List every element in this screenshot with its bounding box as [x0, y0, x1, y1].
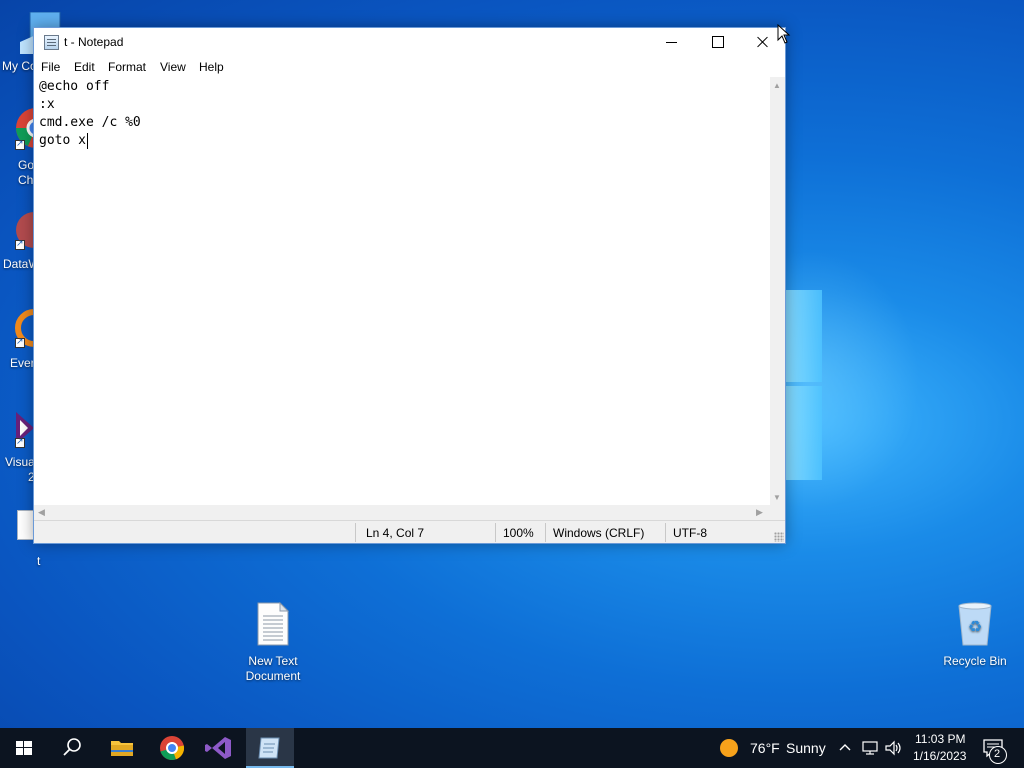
search-icon: [63, 738, 81, 756]
notepad-icon: [258, 737, 280, 759]
shortcut-arrow-icon: [15, 436, 25, 448]
editor-line: cmd.exe /c %0: [39, 115, 141, 130]
notepad-window: t - Notepad File Edit Format View Help @…: [33, 27, 786, 544]
resize-grip-icon[interactable]: [774, 532, 784, 542]
text-document-icon: [257, 601, 290, 646]
desktop-label-visual-studio-1: Visua: [5, 455, 35, 469]
taskbar: 76°F Sunny 11:03 PM 1/16/2023 2: [0, 728, 1024, 768]
menu-help[interactable]: Help: [199, 60, 224, 74]
mouse-pointer-icon: [777, 24, 791, 44]
maximize-button[interactable]: [694, 28, 740, 57]
sun-icon: [720, 739, 738, 757]
network-icon[interactable]: [862, 740, 880, 756]
vertical-scrollbar[interactable]: ▲ ▼: [770, 77, 785, 505]
desktop-label-new-text-line2: Document: [245, 669, 301, 683]
title-bar[interactable]: t - Notepad: [34, 28, 785, 57]
desktop-label-new-text-line1: New Text: [248, 654, 298, 668]
scroll-left-arrow-icon[interactable]: ◀: [38, 507, 45, 518]
folder-icon: [111, 741, 133, 756]
scroll-down-arrow-icon[interactable]: ▼: [773, 493, 781, 502]
desktop-label-chrome-2: Ch: [18, 173, 34, 187]
desktop-label-t: t: [37, 554, 41, 568]
status-divider: [545, 523, 546, 542]
editor-line: @echo off: [39, 79, 110, 94]
desktop-label-everything: Ever: [10, 356, 35, 370]
taskbar-visual-studio[interactable]: [196, 728, 244, 768]
menu-bar: File Edit Format View Help: [34, 57, 785, 77]
weather-condition: Sunny: [786, 740, 826, 756]
taskbar-notepad[interactable]: [246, 728, 294, 768]
chevron-up-icon[interactable]: [838, 741, 852, 755]
status-cursor-position: Ln 4, Col 7: [366, 526, 425, 540]
text-editor-area[interactable]: @echo off :x cmd.exe /c %0 goto x: [34, 77, 770, 505]
horizontal-scrollbar[interactable]: ◀ ▶: [34, 505, 770, 520]
shortcut-arrow-icon: [15, 238, 25, 250]
wallpaper-windows-logo: [786, 290, 822, 480]
taskbar-file-explorer[interactable]: [98, 728, 146, 768]
shortcut-arrow-icon: [15, 138, 25, 150]
clock-date: 1/16/2023: [913, 749, 967, 763]
status-encoding: UTF-8: [673, 526, 707, 540]
status-divider: [495, 523, 496, 542]
desktop-icon-new-text-document[interactable]: New Text Document: [235, 601, 311, 684]
visual-studio-icon: [205, 737, 231, 759]
status-divider: [355, 523, 356, 542]
search-button[interactable]: [48, 728, 96, 768]
notepad-app-icon: [44, 35, 59, 50]
scroll-right-arrow-icon[interactable]: ▶: [756, 507, 763, 518]
scrollbar-corner: [770, 505, 785, 520]
minimize-button[interactable]: [648, 28, 694, 57]
text-caret: [87, 133, 88, 149]
menu-view[interactable]: View: [160, 60, 186, 74]
menu-edit[interactable]: Edit: [74, 60, 95, 74]
scroll-up-arrow-icon[interactable]: ▲: [773, 81, 781, 90]
start-button[interactable]: [0, 728, 48, 768]
status-divider: [665, 523, 666, 542]
desktop-label-my-computer: My Co: [2, 59, 37, 73]
chrome-icon: [160, 736, 185, 760]
menu-format[interactable]: Format: [108, 60, 146, 74]
desktop-label-chrome-1: Go: [18, 158, 35, 172]
editor-line: goto x: [39, 133, 86, 148]
recycle-bin-icon: ♻: [958, 602, 992, 646]
desktop-label-recycle-bin: Recycle Bin: [943, 654, 1007, 668]
window-title: t - Notepad: [64, 35, 124, 49]
status-line-ending: Windows (CRLF): [553, 526, 645, 540]
menu-file[interactable]: File: [41, 60, 60, 74]
status-bar: Ln 4, Col 7 100% Windows (CRLF) UTF-8: [34, 520, 785, 543]
volume-icon[interactable]: [885, 740, 903, 756]
windows-start-icon: [16, 741, 32, 755]
status-zoom: 100%: [503, 526, 534, 540]
shortcut-arrow-icon: [15, 336, 25, 348]
clock-time: 11:03 PM: [915, 732, 966, 746]
taskbar-chrome[interactable]: [148, 728, 196, 768]
weather-temperature: 76°F: [750, 740, 780, 756]
svg-text:♻: ♻: [968, 617, 982, 636]
desktop-icon-recycle-bin[interactable]: ♻ Recycle Bin: [937, 602, 1013, 669]
notification-count-badge: 2: [994, 748, 1001, 760]
editor-line: :x: [39, 97, 55, 112]
